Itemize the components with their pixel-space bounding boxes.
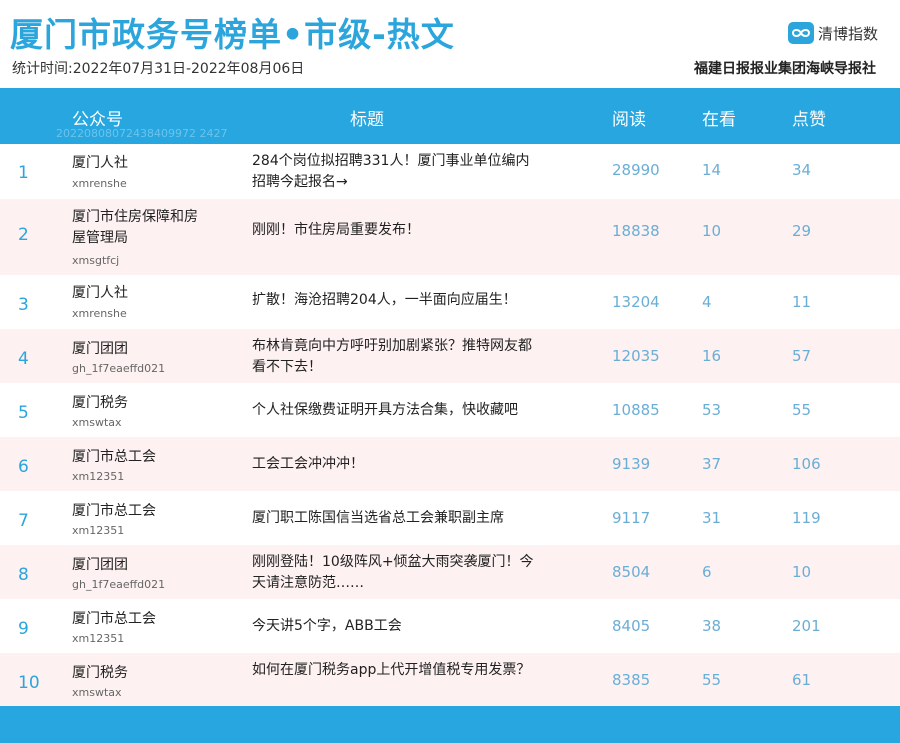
watching-count: 37 (702, 455, 722, 473)
article-title[interactable]: 个人社保缴费证明开具方法合集，快收藏吧 (252, 400, 542, 421)
article-title[interactable]: 284个岗位拟招聘331人！厦门事业单位编内招聘今起报名→ (252, 151, 542, 193)
rank-number: 2 (18, 225, 29, 245)
rank-number: 10 (18, 673, 40, 693)
article-title[interactable]: 刚刚登陆！10级阵风+倾盆大雨突袭厦门！今天请注意防范…… (252, 552, 542, 594)
account-name: 厦门市住房保障和房屋管理局 (72, 209, 198, 246)
reads-count: 12035 (612, 347, 660, 365)
watching-count: 38 (702, 617, 722, 635)
account-id: gh_1f7eaeffd021 (72, 578, 166, 591)
article-title[interactable]: 工会工会冲冲冲！ (252, 454, 542, 475)
account-name: 厦门人社 (72, 285, 128, 301)
article-title[interactable]: 如何在厦门税务app上代开增值税专用发票？ (252, 660, 542, 681)
table-header: 公众号 标题 阅读 在看 点赞 20220808072438409972 242… (0, 88, 900, 144)
article-title[interactable]: 厦门职工陈国信当选省总工会兼职副主席 (252, 508, 542, 529)
likes-count: 119 (792, 509, 821, 527)
watching-count: 53 (702, 401, 722, 419)
account-name: 厦门税务 (72, 395, 128, 411)
rank-number: 4 (18, 349, 29, 369)
reads-count: 18838 (612, 222, 660, 240)
article-title[interactable]: 扩散！海沧招聘204人，一半面向应届生！ (252, 290, 542, 311)
reads-count: 9117 (612, 509, 651, 527)
table-row[interactable]: 7 厦门市总工会 xm12351 厦门职工陈国信当选省总工会兼职副主席 9117… (0, 491, 900, 545)
likes-count: 57 (792, 347, 812, 365)
account-id: xmrenshe (72, 307, 127, 320)
account-id: xm12351 (72, 632, 125, 645)
account-name: 厦门团团 (72, 557, 128, 573)
article-title[interactable]: 布林肯竟向中方呼吁别加剧紧张？推特网友都看不下去！ (252, 336, 542, 378)
article-title[interactable]: 今天讲5个字，ABB工会 (252, 616, 542, 637)
rank-number: 5 (18, 403, 29, 423)
account-id: xmrenshe (72, 177, 127, 190)
likes-count: 29 (792, 222, 812, 240)
watching-count: 14 (702, 161, 722, 179)
reads-count: 13204 (612, 293, 660, 311)
footer-bar (0, 706, 900, 743)
account-name: 厦门团团 (72, 341, 128, 357)
article-title[interactable]: 刚刚！市住房局重要发布！ (252, 220, 542, 241)
account-id: xm12351 (72, 470, 125, 483)
account-name: 厦门市总工会 (72, 611, 156, 627)
table-row[interactable]: 6 厦门市总工会 xm12351 工会工会冲冲冲！ 9139 37 106 (0, 437, 900, 491)
likes-count: 34 (792, 161, 812, 179)
watching-count: 10 (702, 222, 722, 240)
table-row[interactable]: 1 厦门人社 xmrenshe 284个岗位拟招聘331人！厦门事业单位编内招聘… (0, 145, 900, 199)
table-row[interactable]: 2 厦门市住房保障和房屋管理局 xmsgtfcj 刚刚！市住房局重要发布！ 18… (0, 199, 900, 275)
account-id: gh_1f7eaeffd021 (72, 362, 166, 375)
account-id: xmswtax (72, 416, 122, 429)
column-header-title: 标题 (350, 110, 384, 130)
account-name: 厦门人社 (72, 155, 128, 171)
table-row[interactable]: 9 厦门市总工会 xm12351 今天讲5个字，ABB工会 8405 38 20… (0, 599, 900, 653)
likes-count: 61 (792, 671, 812, 689)
likes-count: 11 (792, 293, 812, 311)
table-row[interactable]: 10 厦门税务 xmswtax 如何在厦门税务app上代开增值税专用发票？ 83… (0, 653, 900, 707)
qingbo-logo: 清博指数 (787, 22, 878, 44)
rank-number: 7 (18, 511, 29, 531)
account-id: xmswtax (72, 686, 122, 699)
account-name: 厦门市总工会 (72, 449, 156, 465)
column-header-reads: 阅读 (612, 110, 646, 130)
reads-count: 8405 (612, 617, 651, 635)
account-id: xmsgtfcj (72, 254, 120, 267)
watching-count: 6 (702, 563, 712, 581)
table-row[interactable]: 8 厦门团团 gh_1f7eaeffd021 刚刚登陆！10级阵风+倾盆大雨突袭… (0, 545, 900, 599)
statistics-period: 统计时间:2022年07月31日-2022年08月06日 (12, 61, 305, 77)
account-id: xm12351 (72, 524, 125, 537)
likes-count: 55 (792, 401, 812, 419)
rank-number: 9 (18, 619, 29, 639)
reads-count: 9139 (612, 455, 651, 473)
page-title: 厦门市政务号榜单•市级-热文 (10, 15, 455, 54)
rank-number: 8 (18, 565, 29, 585)
reads-count: 8504 (612, 563, 651, 581)
account-name: 厦门税务 (72, 665, 128, 681)
watching-count: 4 (702, 293, 712, 311)
likes-count: 106 (792, 455, 821, 473)
table-row[interactable]: 3 厦门人社 xmrenshe 扩散！海沧招聘204人，一半面向应届生！ 132… (0, 275, 900, 329)
column-header-watching: 在看 (702, 110, 736, 130)
likes-count: 201 (792, 617, 821, 635)
account-name: 厦门市总工会 (72, 503, 156, 519)
logo-text: 清博指数 (817, 24, 878, 43)
reads-count: 28990 (612, 161, 660, 179)
watching-count: 55 (702, 671, 722, 689)
reads-count: 10885 (612, 401, 660, 419)
likes-count: 10 (792, 563, 812, 581)
watermark-id: 20220808072438409972 2427 (56, 127, 228, 140)
rank-number: 3 (18, 295, 29, 315)
reads-count: 8385 (612, 671, 651, 689)
watching-count: 31 (702, 509, 722, 527)
table-row[interactable]: 5 厦门税务 xmswtax 个人社保缴费证明开具方法合集，快收藏吧 10885… (0, 383, 900, 437)
rank-number: 1 (18, 163, 29, 183)
rank-number: 6 (18, 457, 29, 477)
column-header-likes: 点赞 (792, 110, 826, 130)
infinity-logo-icon (787, 22, 814, 44)
table-row[interactable]: 4 厦门团团 gh_1f7eaeffd021 布林肯竟向中方呼吁别加剧紧张？推特… (0, 329, 900, 383)
publisher-name: 福建日报报业集团海峡导报社 (694, 61, 876, 77)
watching-count: 16 (702, 347, 722, 365)
